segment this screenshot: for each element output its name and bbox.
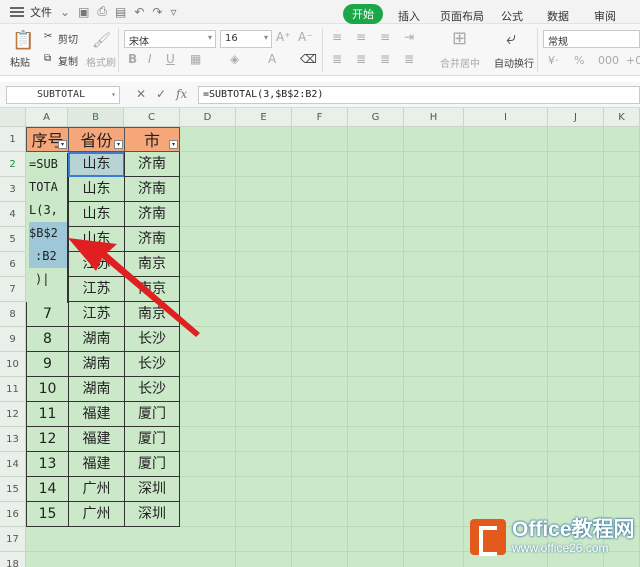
align-top-icon[interactable]: ≡ bbox=[332, 30, 342, 44]
print-icon[interactable]: ⎙ bbox=[97, 4, 107, 19]
underline-icon[interactable]: U bbox=[166, 52, 175, 66]
align-left-icon[interactable]: ≣ bbox=[332, 52, 342, 66]
menu-bar: 文件 ⌄ ▣ ⎙ ▤ ↶ ↷ ▿ bbox=[0, 0, 640, 24]
chevron-down-icon: ▾ bbox=[111, 90, 116, 99]
number-format-select[interactable]: 常规 bbox=[543, 30, 640, 48]
name-box[interactable]: SUBTOTAL ▾ bbox=[6, 86, 120, 104]
fill-color-icon[interactable]: ◈ bbox=[230, 52, 239, 66]
wrap-text-icon[interactable]: ⤶ bbox=[506, 28, 516, 49]
arrow-shape bbox=[68, 238, 200, 337]
thousands-icon[interactable]: 000 bbox=[598, 54, 619, 67]
merge-center-button[interactable]: 合并居中 bbox=[440, 55, 480, 70]
tab-page-layout[interactable]: 页面布局 bbox=[440, 6, 484, 26]
tab-home[interactable]: 开始 bbox=[343, 4, 383, 24]
font-size-select[interactable]: 16 ▾ bbox=[220, 30, 272, 48]
copy-button[interactable]: 复制 bbox=[58, 53, 78, 68]
formula-input[interactable]: =SUBTOTAL(3,$B$2:B2) bbox=[198, 86, 640, 104]
spreadsheet-grid[interactable]: A B C D E F G H I J K 1 2 3 4 5 6 7 8 9 10 11 12 13 14 15 16 17 18 序号… bbox=[0, 108, 640, 567]
ribbon: 📋 粘贴 ✂ 剪切 ⧉ 复制 🖌 格式刷 宋体 ▾ 16 ▾ A⁺ A⁻ B I U… bbox=[0, 24, 640, 76]
save-icon[interactable]: ▣ bbox=[78, 5, 89, 19]
font-shrink-icon[interactable]: A⁻ bbox=[298, 30, 313, 44]
font-color-icon[interactable]: A bbox=[268, 52, 276, 66]
paste-icon[interactable]: 📋 bbox=[12, 30, 34, 51]
annotation-arrow-icon bbox=[68, 238, 200, 337]
paste-button[interactable]: 粘贴 bbox=[10, 54, 30, 69]
cut-button[interactable]: 剪切 bbox=[58, 31, 78, 46]
format-painter-button[interactable]: 格式刷 bbox=[86, 54, 116, 69]
align-center-icon[interactable]: ≣ bbox=[356, 52, 366, 66]
indent-icon[interactable]: ⇥ bbox=[404, 30, 414, 44]
justify-icon[interactable]: ≣ bbox=[404, 52, 414, 66]
align-middle-icon[interactable]: ≡ bbox=[356, 30, 366, 44]
print-preview-icon[interactable]: ▤ bbox=[115, 5, 126, 19]
undo-icon[interactable]: ↶ bbox=[134, 5, 144, 19]
chevron-down-icon[interactable]: ⌄ bbox=[60, 5, 70, 19]
watermark-brand: Office教程网 bbox=[512, 518, 635, 541]
wrap-text-button[interactable]: 自动换行 bbox=[494, 55, 534, 70]
percent-icon[interactable]: % bbox=[574, 54, 584, 67]
divider bbox=[118, 28, 119, 72]
italic-icon[interactable]: I bbox=[148, 52, 152, 66]
enter-icon[interactable]: ✓ bbox=[156, 87, 166, 101]
chevron-down-icon: ▾ bbox=[263, 33, 268, 42]
tab-data[interactable]: 数据 bbox=[547, 6, 569, 26]
office-logo-icon bbox=[470, 519, 506, 556]
redo-icon[interactable]: ↷ bbox=[152, 5, 162, 19]
chevron-down-icon: ▾ bbox=[207, 33, 212, 42]
tab-insert[interactable]: 插入 bbox=[398, 6, 420, 26]
customize-icon[interactable]: ▿ bbox=[170, 5, 176, 19]
clear-icon[interactable]: ⌫ bbox=[300, 52, 317, 66]
formula-bar: SUBTOTAL ▾ ✕ ✓ fx =SUBTOTAL(3,$B$2:B2) bbox=[0, 82, 640, 108]
border-icon[interactable]: ▦ bbox=[190, 52, 201, 66]
align-right-icon[interactable]: ≣ bbox=[380, 52, 390, 66]
file-menu[interactable]: 文件 bbox=[30, 4, 52, 20]
merge-icon[interactable]: ⊞ bbox=[452, 28, 467, 49]
menu-icon[interactable] bbox=[10, 6, 24, 17]
function-icon[interactable]: fx bbox=[176, 87, 187, 101]
tab-formulas[interactable]: 公式 bbox=[501, 6, 523, 26]
decimal-icon[interactable]: +0 bbox=[626, 54, 640, 67]
align-bottom-icon[interactable]: ≡ bbox=[380, 30, 390, 44]
font-name-select[interactable]: 宋体 ▾ bbox=[124, 30, 216, 48]
cancel-icon[interactable]: ✕ bbox=[136, 87, 146, 101]
tab-review[interactable]: 审阅 bbox=[594, 6, 616, 26]
watermark-url: www.office26.com bbox=[512, 541, 609, 555]
cut-icon[interactable]: ✂ bbox=[44, 31, 52, 42]
copy-icon[interactable]: ⧉ bbox=[44, 53, 51, 64]
watermark-logo: Office教程网 www.office26.com bbox=[470, 514, 635, 560]
font-grow-icon[interactable]: A⁺ bbox=[276, 30, 291, 44]
divider bbox=[322, 28, 323, 72]
format-painter-icon[interactable]: 🖌 bbox=[92, 31, 111, 49]
bold-icon[interactable]: B bbox=[128, 52, 137, 66]
divider bbox=[537, 28, 538, 72]
currency-icon[interactable]: ¥· bbox=[548, 54, 559, 67]
